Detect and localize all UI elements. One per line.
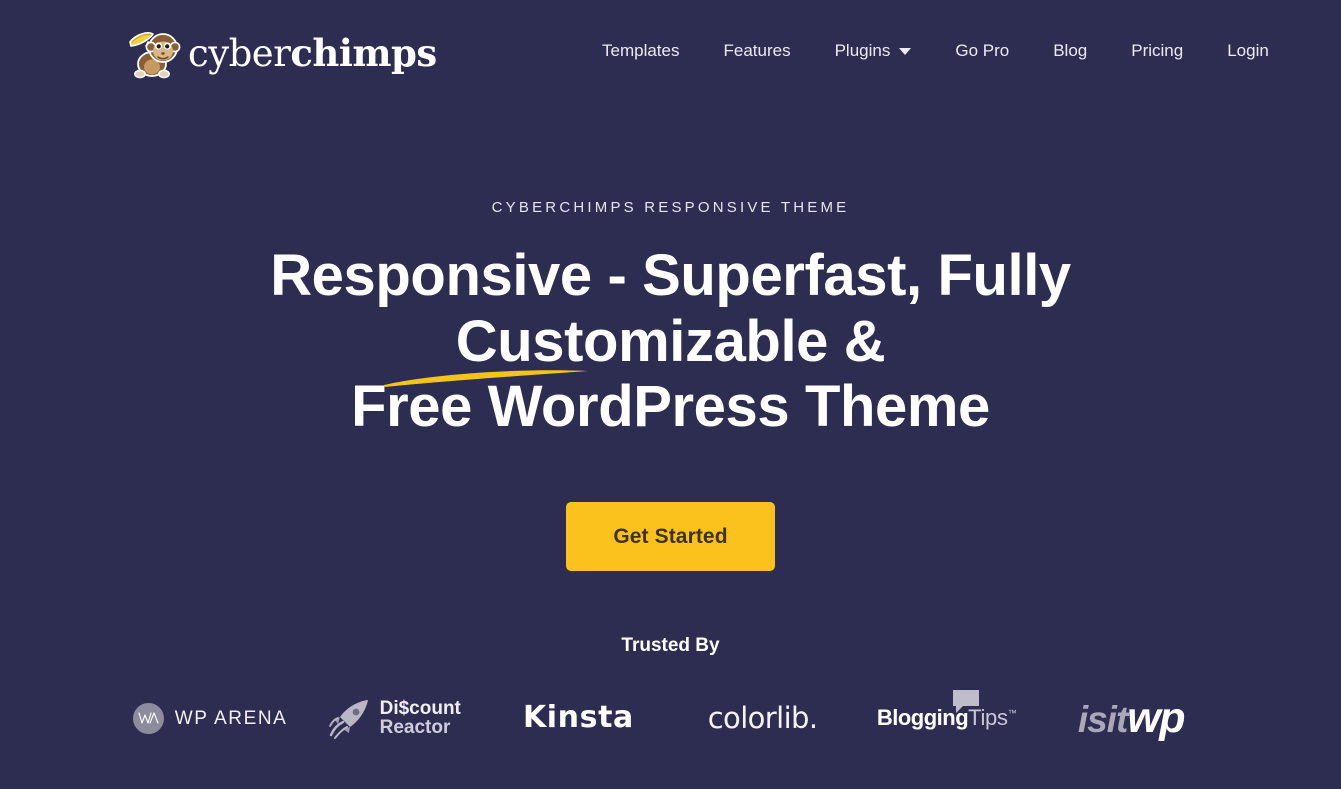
nav-item-login[interactable]: Login [1205,36,1291,65]
brand-logo-link[interactable]: cyberchimps [120,18,437,88]
get-started-button[interactable]: Get Started [566,501,775,571]
nav-item-templates[interactable]: Templates [580,36,701,65]
hero-section: CYBERCHIMPS RESPONSIVE THEME Responsive … [0,200,1341,571]
nav-item-pricing[interactable]: Pricing [1109,36,1205,65]
nav-label: Go Pro [955,41,1010,60]
primary-navigation: Templates Features Plugins Go Pro Blog P… [580,36,1291,65]
site-header: cyberchimps Templates Features Plugins G… [0,0,1341,106]
trusted-by-title: Trusted By [621,635,720,656]
logo-discount-reactor[interactable]: Di$count Reactor [302,689,486,747]
kinsta-wordmark: Kinsta [522,700,634,735]
logo-blogging-tips[interactable]: Blogging Tips ™ [855,689,1039,747]
nav-label: Pricing [1131,41,1184,60]
nav-item-blog[interactable]: Blog [1031,36,1109,65]
colorlib-wordmark: colorlib. [707,700,818,735]
trademark-symbol: ™ [1007,708,1017,718]
monkey-with-banana-icon [129,32,181,79]
nav-label: Blog [1053,41,1088,60]
headline-line-1: Responsive - Superfast, Fully Customizab… [270,243,1071,374]
isitwp-gray-part: isit [1077,698,1128,740]
nav-label: Login [1227,41,1269,60]
nav-label: Features [723,41,791,60]
logo-colorlib[interactable]: colorlib. [671,689,855,747]
logo-isitwp[interactable]: isitwp [1039,689,1223,747]
wp-arena-circle-badge-icon [132,702,164,734]
page-title: Responsive - Superfast, Fully Customizab… [131,243,1211,440]
brand-wordmark: cyberchimps [188,31,437,75]
trusted-by-section: Trusted By WP ARENA Di$count Reactor Kin… [0,636,1341,747]
logo-wp-arena[interactable]: WP ARENA [118,689,302,747]
discount-reactor-line-2: Reactor [379,717,451,738]
logo-kinsta[interactable]: Kinsta [486,689,670,747]
hero-cta-wrapper: Get Started [0,501,1341,571]
hero-eyebrow: CYBERCHIMPS RESPONSIVE THEME [491,199,850,216]
landing-page: cyberchimps Templates Features Plugins G… [0,0,1341,789]
nav-item-features[interactable]: Features [701,36,812,65]
brand-wordmark-light: cyber [188,31,291,75]
chevron-down-icon [899,48,912,55]
nav-label: Plugins [834,41,891,60]
trusted-logo-row: WP ARENA Di$count Reactor Kinsta colorli… [0,689,1341,747]
isitwp-white-part: wp [1127,693,1185,742]
discount-reactor-line-1: Di$count [379,697,461,719]
brand-wordmark-bold: chimps [290,30,437,75]
speech-bubble-icon [952,690,979,713]
nav-item-go-pro[interactable]: Go Pro [933,36,1031,65]
nav-label: Templates [602,41,680,60]
nav-item-plugins[interactable]: Plugins [813,36,934,65]
rocket-icon [328,700,368,739]
wp-arena-label: WP ARENA [174,707,288,729]
headline-line-2: Free WordPress Theme [351,374,990,440]
